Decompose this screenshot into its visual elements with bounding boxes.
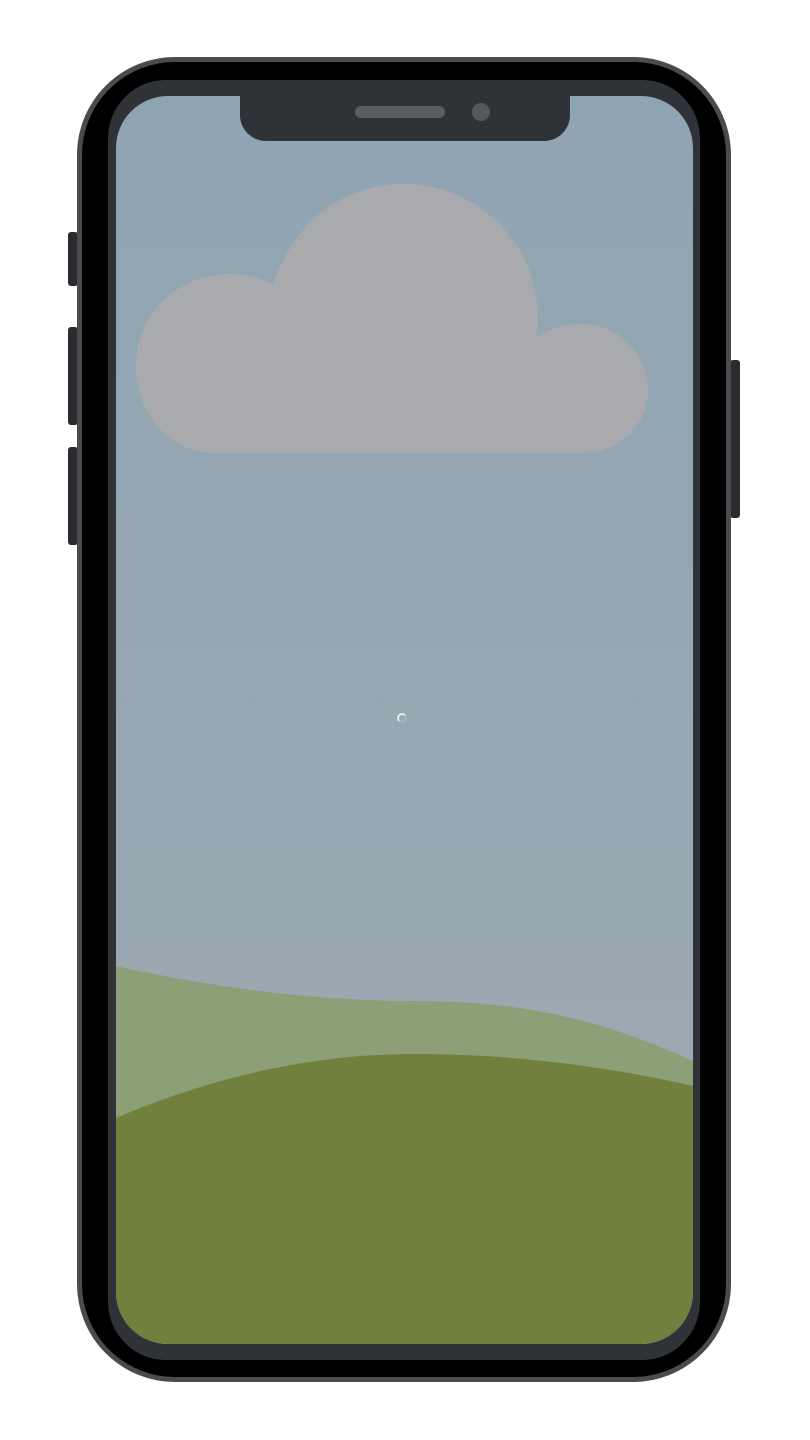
power-button — [730, 360, 740, 518]
notch — [240, 96, 570, 141]
speaker-grille — [355, 106, 445, 118]
spinner-icon — [397, 713, 407, 723]
front-camera-icon — [472, 103, 490, 121]
device-mockup — [0, 0, 810, 1440]
front-hill — [116, 1054, 693, 1344]
